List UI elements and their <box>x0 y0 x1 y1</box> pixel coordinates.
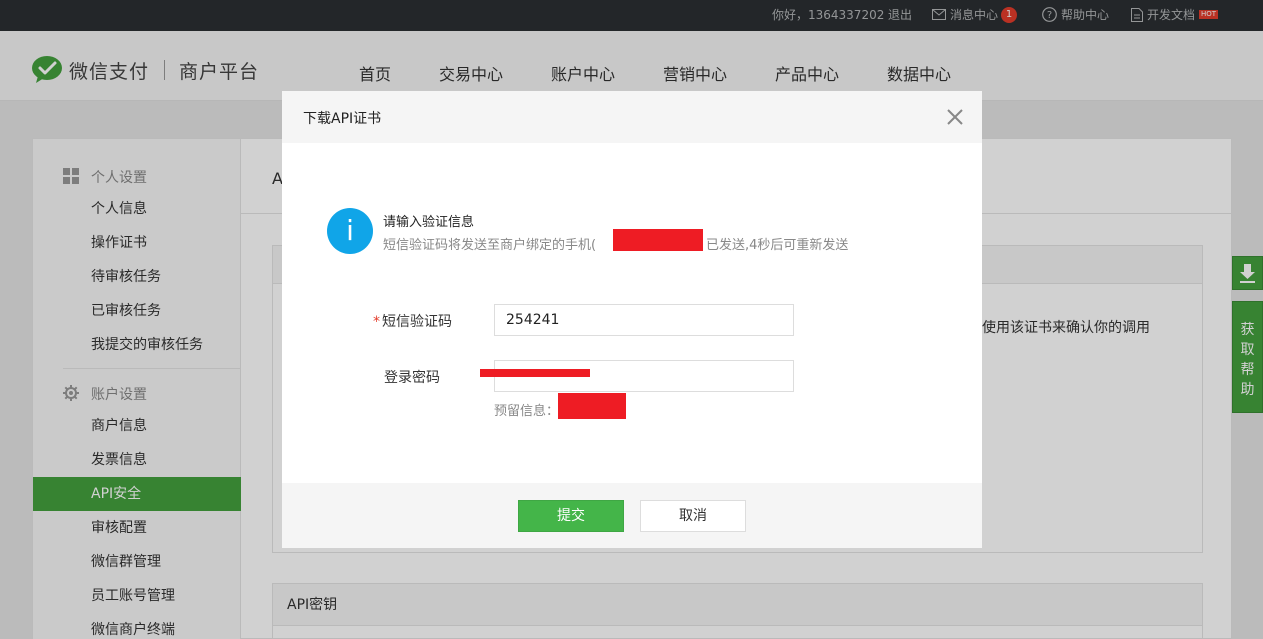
info-icon: i <box>327 208 373 254</box>
info-title: 请输入验证信息 <box>383 215 475 230</box>
submit-button[interactable]: 提交 <box>518 500 624 532</box>
sms-code-label-text: 短信验证码 <box>382 314 452 330</box>
redacted-phone <box>613 229 703 251</box>
password-label: 登录密码 <box>384 370 440 386</box>
sms-code-label: * 短信验证码 <box>373 311 452 331</box>
info-subtitle-prefix: 短信验证码将发送至商户绑定的手机( <box>383 238 597 253</box>
info-subtitle-suffix: 已发送,4秒后可重新发送 <box>706 238 849 253</box>
info-subtitle: 短信验证码将发送至商户绑定的手机( <box>383 234 596 253</box>
required-marker: * <box>373 314 380 330</box>
redacted-password <box>480 369 590 377</box>
redacted-reserved-info <box>558 393 626 419</box>
download-cert-dialog: 下载API证书 i 请输入验证信息 短信验证码将发送至商户绑定的手机( 已发送,… <box>282 91 982 548</box>
dialog-title: 下载API证书 <box>303 111 382 127</box>
dialog-footer: 提交 取消 <box>282 483 982 548</box>
dialog-header: 下载API证书 <box>282 91 982 143</box>
close-icon[interactable] <box>944 106 966 128</box>
sms-code-input[interactable]: 254241 <box>494 304 794 336</box>
reserved-info-label: 预留信息： <box>494 404 560 419</box>
cancel-button[interactable]: 取消 <box>640 500 746 532</box>
